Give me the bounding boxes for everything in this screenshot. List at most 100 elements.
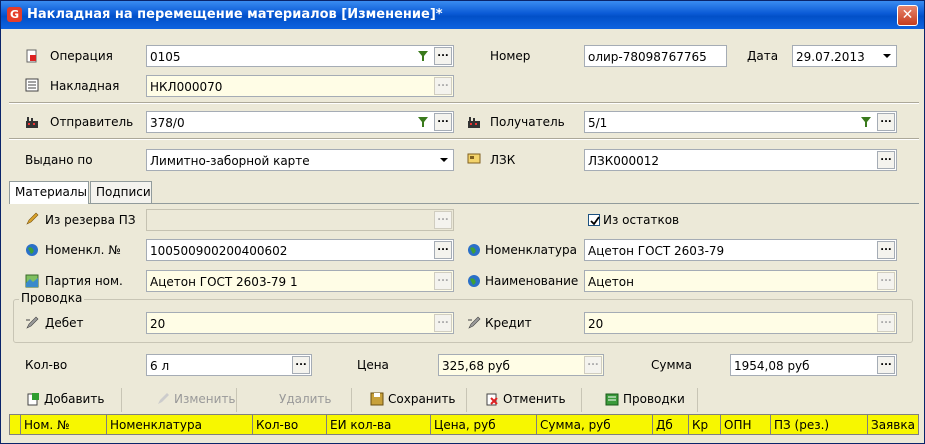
grid-header-cell[interactable]: Номенклатура xyxy=(107,415,253,434)
price-select-button[interactable]: ... xyxy=(584,356,602,374)
grid-selector-column[interactable] xyxy=(10,415,21,434)
operation-select-button[interactable]: ... xyxy=(434,47,452,65)
document-window: G Накладная на перемещение материалов [И… xyxy=(0,0,925,444)
receiver-field[interactable]: 5/1 ... xyxy=(584,111,897,133)
title-bar[interactable]: G Накладная на перемещение материалов [И… xyxy=(1,1,924,29)
credit-field[interactable]: 20 ... xyxy=(584,312,897,334)
credit-select-button[interactable]: ... xyxy=(877,314,895,332)
operation-label: Операция xyxy=(50,49,113,63)
issued-label: Выдано по xyxy=(25,153,93,167)
from-stock-checkbox[interactable] xyxy=(588,214,600,226)
postings-icon xyxy=(605,393,619,406)
name-select-button[interactable]: ... xyxy=(877,272,895,290)
grid-header-cell[interactable]: Ном. № xyxy=(21,415,107,434)
operation-icon xyxy=(26,49,37,63)
postings-button[interactable]: Проводки xyxy=(583,388,698,412)
qty-value: 6 л xyxy=(150,359,170,373)
invoice-field[interactable]: НКЛ000070 ... xyxy=(146,75,454,97)
operation-value: 0105 xyxy=(150,50,181,64)
nomenclature-select-button[interactable]: ... xyxy=(877,241,895,259)
grid-header-cell[interactable]: Заявка xyxy=(868,415,918,434)
sum-field[interactable]: 1954,08 руб ... xyxy=(730,354,897,376)
add-button[interactable]: Добавить xyxy=(9,388,122,412)
delete-label: Удалить xyxy=(279,392,332,406)
debit-field[interactable]: 20 ... xyxy=(146,312,454,334)
qty-field[interactable]: 6 л ... xyxy=(146,354,312,376)
reserve-label: Из резерва ПЗ xyxy=(45,213,136,227)
sender-select-button[interactable]: ... xyxy=(434,113,452,131)
invoice-icon xyxy=(25,78,39,92)
globe-icon xyxy=(26,244,38,256)
grid-header: Ном. № Номенклатура Кол-во ЕИ кол-ва Цен… xyxy=(9,414,919,435)
save-label: Сохранить xyxy=(388,392,456,406)
lzk-label: ЛЗК xyxy=(490,153,516,167)
delete-button[interactable]: Удалить xyxy=(238,388,352,412)
grid-header-cell[interactable]: Дб xyxy=(653,415,689,434)
debit-label: Дебет xyxy=(45,316,84,330)
credit-label: Кредит xyxy=(485,316,532,330)
price-field[interactable]: 325,68 руб ... xyxy=(438,354,604,376)
nomen-no-select-button[interactable]: ... xyxy=(434,241,452,259)
price-value: 325,68 руб xyxy=(442,359,510,373)
credit-value: 20 xyxy=(588,317,604,331)
grid-header-cell[interactable]: Сумма, руб xyxy=(537,415,653,434)
filter-icon[interactable] xyxy=(414,47,432,65)
grid-header-cell[interactable]: ОПН xyxy=(721,415,771,434)
name-label: Наименование xyxy=(485,274,579,288)
reserve-select-button[interactable]: ... xyxy=(434,211,452,229)
reserve-field[interactable]: ... xyxy=(146,209,454,231)
tab-materials[interactable]: Материалы xyxy=(9,181,89,204)
grid-header-cell[interactable]: ЕИ кол-ва xyxy=(327,415,431,434)
nomen-no-value: 100500900200400602 xyxy=(150,244,288,258)
filter-icon[interactable] xyxy=(414,113,432,131)
batch-field[interactable]: Ацетон ГОСТ 2603-79 1 ... xyxy=(146,270,454,292)
close-button[interactable]: ✕ xyxy=(897,5,918,26)
grid-header-cell[interactable]: Кр xyxy=(689,415,721,434)
nomen-no-field[interactable]: 100500900200400602 ... xyxy=(146,239,454,261)
form-content: Операция 0105 ... Номер олир-78098767765… xyxy=(1,29,924,443)
operation-field[interactable]: 0105 ... xyxy=(146,45,454,67)
tab-signatures[interactable]: Подписи xyxy=(90,181,152,203)
nomenclature-field[interactable]: Ацетон ГОСТ 2603-79 ... xyxy=(584,239,897,261)
receiver-select-button[interactable]: ... xyxy=(877,113,895,131)
invoice-value: НКЛ000070 xyxy=(150,80,223,94)
batch-map-icon xyxy=(25,274,39,288)
date-label: Дата xyxy=(747,49,779,63)
issued-select[interactable]: Лимитно-заборной карте xyxy=(146,149,454,171)
batch-select-button[interactable]: ... xyxy=(434,272,452,290)
lzk-select-button[interactable]: ... xyxy=(877,151,895,169)
chevron-down-icon[interactable] xyxy=(879,47,895,65)
app-logo-icon: G xyxy=(7,7,22,22)
sender-value: 378/0 xyxy=(150,116,185,130)
pencil-icon xyxy=(26,212,39,225)
qty-select-button[interactable]: ... xyxy=(292,356,310,374)
separator xyxy=(9,138,919,140)
grid-header-cell[interactable]: ПЗ (рез.) xyxy=(771,415,868,434)
sender-label: Отправитель xyxy=(50,115,134,129)
grid-header-cell[interactable]: Цена, руб xyxy=(431,415,537,434)
sum-select-button[interactable]: ... xyxy=(877,356,895,374)
sender-field[interactable]: 378/0 ... xyxy=(146,111,454,133)
nomenclature-label: Номенклатура xyxy=(485,243,577,257)
postings-label: Проводки xyxy=(623,392,685,406)
number-field[interactable]: олир-78098767765 xyxy=(584,45,727,67)
grid-header-cell[interactable]: Кол-во xyxy=(253,415,327,434)
window-title: Накладная на перемещение материалов [Изм… xyxy=(27,7,443,22)
date-field[interactable]: 29.07.2013 xyxy=(792,45,897,67)
debit-value: 20 xyxy=(150,317,166,331)
chevron-down-icon[interactable] xyxy=(436,151,452,169)
name-field[interactable]: Ацетон ... xyxy=(584,270,897,292)
receiver-value: 5/1 xyxy=(588,116,608,130)
invoice-label: Накладная xyxy=(50,79,120,93)
save-button[interactable]: Сохранить xyxy=(353,388,467,412)
toolbar: Добавить Изменить Удалить Сохранить Отме… xyxy=(9,388,919,412)
invoice-select-button[interactable]: ... xyxy=(434,77,452,95)
debit-select-button[interactable]: ... xyxy=(434,314,452,332)
number-label: Номер xyxy=(490,49,531,63)
from-stock-label: Из остатков xyxy=(603,213,680,227)
edit-button[interactable]: Изменить xyxy=(123,388,237,412)
lzk-field[interactable]: ЛЗК000012 ... xyxy=(584,149,897,171)
cancel-button[interactable]: Отменить xyxy=(468,388,582,412)
globe-icon xyxy=(468,244,480,256)
filter-icon[interactable] xyxy=(857,113,875,131)
